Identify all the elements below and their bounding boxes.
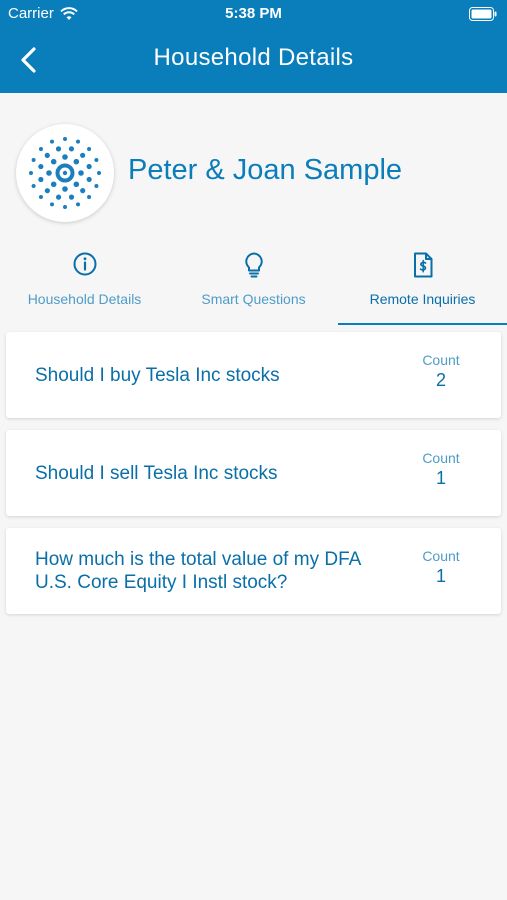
count-value: 2 (435, 370, 446, 390)
count-block: Count 1 (401, 450, 481, 489)
status-time: 5:38 PM (225, 5, 282, 22)
count-label: Count (422, 450, 460, 466)
dollar-document-icon (413, 252, 432, 278)
count-block: Count 1 (401, 548, 481, 587)
nav-bar: Household Details (0, 30, 507, 93)
page-title: Household Details (153, 44, 354, 71)
status-bar: Carrier 5:38 PM (0, 0, 507, 30)
inquiry-card[interactable]: Should I sell Tesla Inc stocks Count 1 (6, 430, 501, 516)
avatar (16, 124, 114, 222)
inquiry-question: How much is the total value of my DFA U.… (35, 549, 361, 593)
tab-smart-questions[interactable]: Smart Questions (169, 243, 338, 329)
count-label: Count (422, 548, 460, 564)
count-value: 1 (435, 566, 446, 586)
inquiry-question: Should I buy Tesla Inc stocks (35, 365, 280, 386)
household-name: Peter & Joan Sample (128, 154, 403, 186)
household-header: Peter & Joan Sample Household Details Sm… (0, 93, 507, 329)
count-block: Count 2 (401, 352, 481, 391)
tab-label: Remote Inquiries (369, 291, 476, 307)
tab-remote-inquiries[interactable]: Remote Inquiries (338, 243, 507, 329)
inquiry-question: Should I sell Tesla Inc stocks (35, 463, 278, 484)
info-circle-icon (73, 252, 96, 276)
lightbulb-icon (244, 252, 263, 278)
dotted-target-logo-icon (29, 137, 101, 209)
tab-bar: Household Details Smart Questions Remote… (0, 243, 507, 329)
tab-label: Smart Questions (201, 291, 306, 307)
tab-household-details[interactable]: Household Details (0, 243, 169, 329)
active-tab-indicator (338, 323, 507, 325)
inquiry-card[interactable]: How much is the total value of my DFA U.… (6, 528, 501, 614)
inquiry-card[interactable]: Should I buy Tesla Inc stocks Count 2 (6, 332, 501, 418)
top-bar: Carrier 5:38 PM Household Details (0, 0, 507, 93)
count-label: Count (422, 352, 460, 368)
count-value: 1 (435, 468, 446, 488)
battery-icon (469, 7, 497, 25)
tab-label: Household Details (27, 291, 142, 307)
